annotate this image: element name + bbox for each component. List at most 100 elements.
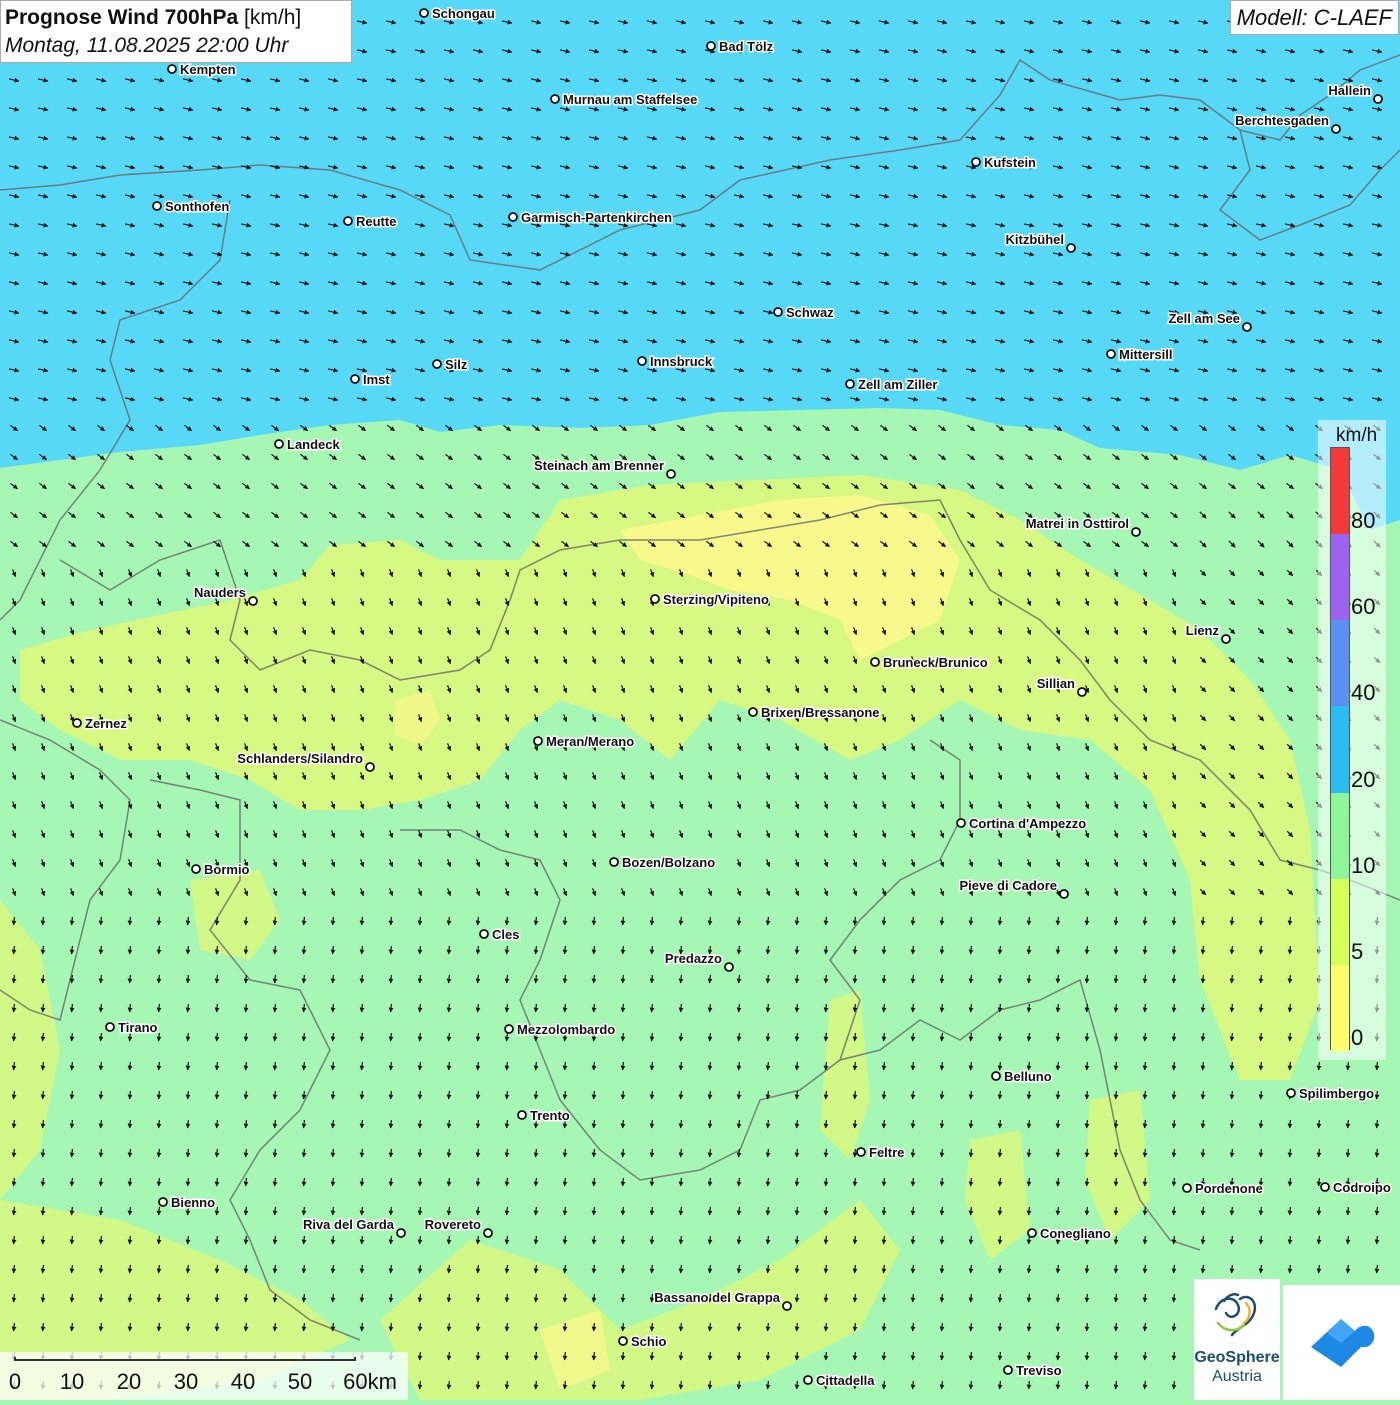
city-marker[interactable]: Meran/Merano — [533, 733, 636, 751]
city-marker[interactable]: Bruneck/Brunico — [870, 654, 989, 672]
wind-arrow — [852, 1322, 858, 1332]
city-marker[interactable]: Garmisch-Partenkirchen — [508, 209, 674, 227]
wind-arrow — [475, 1090, 481, 1100]
wind-arrow — [997, 1351, 1003, 1361]
wind-arrow — [446, 945, 452, 955]
wind-arrow — [765, 1206, 771, 1216]
wind-arrow — [852, 1148, 858, 1158]
wind-arrow — [649, 1235, 655, 1245]
wind-arrow — [1287, 1032, 1293, 1042]
city-marker[interactable]: Spilimbergo — [1286, 1085, 1376, 1103]
wind-arrow — [794, 1061, 800, 1071]
city-marker[interactable]: Schongau — [419, 5, 496, 23]
legend-tick-label: 0 — [1351, 1025, 1364, 1050]
wind-arrow — [939, 916, 945, 926]
city-label: Bozen/Bolzano — [622, 855, 715, 870]
wind-arrow — [40, 1148, 46, 1158]
wind-arrow — [707, 1032, 713, 1042]
wind-arrow — [591, 945, 597, 955]
wind-arrow — [678, 1177, 684, 1187]
wind-arrow — [707, 1090, 713, 1100]
wind-arrow — [620, 1090, 626, 1100]
city-marker[interactable]: Conegliano — [1027, 1225, 1112, 1243]
city-marker[interactable]: Sterzing/Vipiteno — [650, 591, 770, 609]
wind-arrow — [417, 1351, 423, 1361]
wind-arrow — [1142, 1177, 1148, 1187]
wind-arrow — [359, 1148, 365, 1158]
wind-arrow — [69, 1264, 75, 1274]
wind-arrow — [1374, 1206, 1380, 1216]
wind-arrow — [127, 1003, 133, 1013]
city-label: Codroipo — [1333, 1180, 1391, 1195]
wind-arrow — [823, 1264, 829, 1274]
wind-arrow — [765, 1322, 771, 1332]
wind-arrow — [446, 1090, 452, 1100]
city-dot-icon — [1221, 634, 1231, 644]
legend-segment — [1331, 878, 1349, 965]
wind-arrow — [1171, 1177, 1177, 1187]
wind-arrow — [823, 1148, 829, 1158]
wind-arrow — [301, 1148, 307, 1158]
wind-arrow — [649, 1380, 655, 1390]
city-marker[interactable]: Pordenone — [1182, 1180, 1264, 1198]
wind-arrow — [1316, 1235, 1322, 1245]
wind-arrow — [1200, 1119, 1206, 1129]
city-label: Brixen/Bressanone — [761, 705, 880, 720]
city-dot-icon — [956, 818, 966, 828]
wind-arrow — [98, 1177, 104, 1187]
city-label: Kempten — [180, 62, 236, 77]
wind-arrow — [1200, 1061, 1206, 1071]
city-label: Pordenone — [1195, 1181, 1263, 1196]
wind-arrow — [997, 1380, 1003, 1390]
legend-tick-label: 5 — [1351, 938, 1364, 964]
geosphere-logo[interactable]: GeoSphere Austria — [1194, 1279, 1280, 1400]
wind-arrow — [243, 1119, 249, 1129]
city-marker[interactable]: Zell am Ziller — [845, 376, 939, 394]
wind-arrow — [446, 1351, 452, 1361]
city-marker[interactable]: Murnau am Staffelsee — [550, 91, 699, 109]
city-marker[interactable]: Brixen/Bressanone — [748, 704, 881, 722]
city-marker[interactable]: Innsbruck — [637, 353, 714, 371]
wind-arrow — [1055, 1061, 1061, 1071]
city-label: Trento — [530, 1108, 570, 1123]
wind-arrow — [504, 945, 510, 955]
wind-arrow — [446, 1148, 452, 1158]
wind-arrow — [1171, 945, 1177, 955]
wind-arrow — [330, 974, 336, 984]
wind-arrow — [562, 1322, 568, 1332]
title-unit: [km/h] — [244, 6, 302, 29]
wind-map[interactable]: Schongau Bad Tölz Kempten Murnau am Staffel… — [0, 0, 1400, 1400]
wind-arrow — [1142, 1351, 1148, 1361]
wind-arrow — [243, 1148, 249, 1158]
wind-arrow — [330, 1032, 336, 1042]
wind-arrow — [417, 945, 423, 955]
wind-arrow — [127, 1235, 133, 1245]
city-marker[interactable]: Bozen/Bolzano — [609, 854, 717, 872]
wind-arrow — [40, 1264, 46, 1274]
wind-arrow — [1287, 1061, 1293, 1071]
wind-arrow — [1026, 1206, 1032, 1216]
wind-arrow — [504, 1003, 510, 1013]
legend-tick-label: 80 — [1351, 508, 1376, 534]
app-logo[interactable] — [1283, 1285, 1400, 1400]
wind-arrow — [620, 1177, 626, 1187]
city-dot-icon — [508, 212, 518, 222]
city-marker[interactable]: Cortina d'Ampezzo — [956, 815, 1088, 833]
wind-arrow — [417, 1177, 423, 1187]
wind-arrow — [388, 1119, 394, 1129]
wind-arrow — [446, 1003, 452, 1013]
city-marker[interactable]: Mezzolombardo — [504, 1021, 617, 1039]
wind-arrow — [1113, 1119, 1119, 1129]
wind-arrow — [736, 1177, 742, 1187]
wind-arrow — [997, 1148, 1003, 1158]
wind-arrow — [185, 1235, 191, 1245]
wind-arrow — [359, 1264, 365, 1274]
city-marker[interactable]: Sonthofen — [152, 198, 231, 216]
city-dot-icon — [856, 1147, 866, 1157]
wind-arrow — [1055, 1148, 1061, 1158]
legend-segment — [1331, 448, 1349, 535]
wind-arrow — [1258, 1090, 1264, 1100]
wind-arrow — [1113, 1322, 1119, 1332]
wind-arrow — [388, 1177, 394, 1187]
wind-arrow — [388, 1235, 394, 1245]
